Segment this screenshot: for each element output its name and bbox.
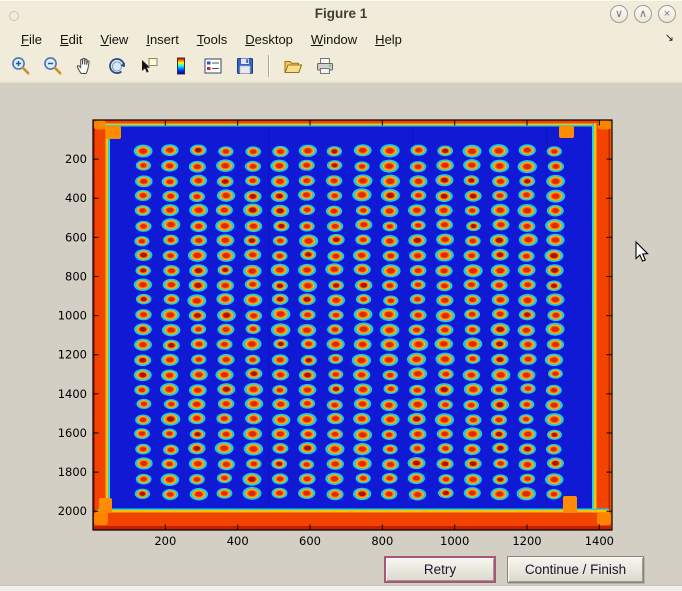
title-bar[interactable]: Figure 1 ∨ ∧ × xyxy=(0,0,682,30)
data-cursor-icon[interactable] xyxy=(137,54,161,78)
menu-desktop[interactable]: Desktop xyxy=(236,31,302,48)
svg-text:1200: 1200 xyxy=(58,348,87,362)
save-icon[interactable] xyxy=(233,54,257,78)
window-title: Figure 1 xyxy=(0,6,682,21)
svg-text:1000: 1000 xyxy=(58,309,87,323)
svg-text:2000: 2000 xyxy=(58,504,87,518)
pan-icon[interactable] xyxy=(73,54,97,78)
window-bottom-edge xyxy=(0,585,682,591)
menu-insert[interactable]: Insert xyxy=(137,31,188,48)
toolbar xyxy=(0,49,682,84)
maximize-button[interactable]: ∧ xyxy=(634,5,652,23)
retry-button[interactable]: Retry xyxy=(384,556,496,583)
svg-text:200: 200 xyxy=(154,534,176,548)
figure-window: Figure 1 ∨ ∧ × FileEditViewInsertToolsDe… xyxy=(0,0,682,591)
zoom-in-icon[interactable] xyxy=(9,54,33,78)
svg-text:800: 800 xyxy=(371,534,393,548)
svg-text:400: 400 xyxy=(65,191,87,205)
menu-file[interactable]: File xyxy=(12,31,51,48)
menu-edit[interactable]: Edit xyxy=(51,31,91,48)
menu-bar: FileEditViewInsertToolsDesktopWindowHelp… xyxy=(0,29,682,49)
toolbar-separator xyxy=(268,55,270,77)
plot-area[interactable]: 200 400 600 800 1000 1200 1400 200 400 600 800 1000… xyxy=(0,83,682,585)
menu-help[interactable]: Help xyxy=(366,31,411,48)
window-controls: ∨ ∧ × xyxy=(610,5,676,23)
svg-text:600: 600 xyxy=(65,230,87,244)
svg-text:800: 800 xyxy=(65,269,87,283)
mouse-cursor-icon xyxy=(636,242,648,261)
menu-view[interactable]: View xyxy=(91,31,137,48)
zoom-out-icon[interactable] xyxy=(41,54,65,78)
svg-text:1200: 1200 xyxy=(512,534,541,548)
svg-text:600: 600 xyxy=(299,534,321,548)
svg-text:200: 200 xyxy=(65,152,87,166)
insert-legend-icon[interactable] xyxy=(201,54,225,78)
svg-text:1800: 1800 xyxy=(58,465,87,479)
open-icon[interactable] xyxy=(281,54,305,78)
print-icon[interactable] xyxy=(313,54,337,78)
continue-finish-button[interactable]: Continue / Finish xyxy=(507,556,644,583)
svg-text:400: 400 xyxy=(227,534,249,548)
menu-overflow-arrow[interactable]: ↘ xyxy=(665,31,674,44)
svg-text:1000: 1000 xyxy=(440,534,469,548)
close-button[interactable]: × xyxy=(658,5,676,23)
rotate-3d-icon[interactable] xyxy=(105,54,129,78)
menu-items: FileEditViewInsertToolsDesktopWindowHelp xyxy=(12,31,411,48)
menu-tools[interactable]: Tools xyxy=(188,31,236,48)
svg-text:1400: 1400 xyxy=(58,387,87,401)
svg-text:1600: 1600 xyxy=(58,426,87,440)
menu-window[interactable]: Window xyxy=(302,31,366,48)
insert-colorbar-icon[interactable] xyxy=(169,54,193,78)
svg-text:1400: 1400 xyxy=(585,534,614,548)
minimize-button[interactable]: ∨ xyxy=(610,5,628,23)
